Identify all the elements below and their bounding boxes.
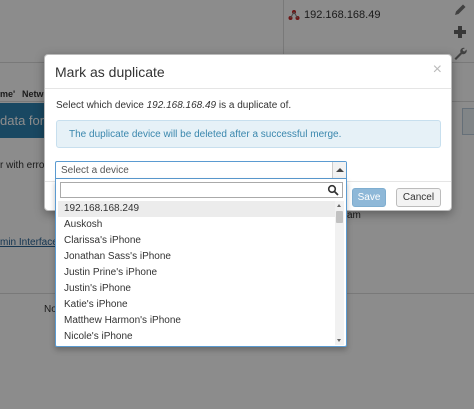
search-box xyxy=(60,182,343,198)
chevron-up-icon[interactable] xyxy=(332,162,346,178)
list-item[interactable]: Auskosh xyxy=(58,217,335,233)
modal-message: Select which device 192.168.168.49 is a … xyxy=(56,100,291,111)
scroll-down-arrow-icon[interactable] xyxy=(335,336,344,345)
results-list: 192.168.168.249 Auskosh Clarissa's iPhon… xyxy=(58,201,335,345)
cancel-button[interactable]: Cancel xyxy=(396,188,441,207)
list-item[interactable]: Nicole's iPhone xyxy=(58,329,335,345)
modal-title: Mark as duplicate xyxy=(55,64,165,80)
list-item[interactable]: Clarissa's iPhone xyxy=(58,233,335,249)
modal-header: Mark as duplicate × xyxy=(45,55,451,89)
message-device: 192.168.168.49 xyxy=(146,100,217,111)
message-prefix: Select which device xyxy=(56,100,147,111)
list-item[interactable]: 192.168.168.249 xyxy=(58,201,335,217)
info-alert: The duplicate device will be deleted aft… xyxy=(56,120,441,148)
search-icon xyxy=(327,184,339,196)
message-suffix: is a duplicate of. xyxy=(216,100,292,111)
save-button[interactable]: Save xyxy=(352,188,386,207)
search-input[interactable] xyxy=(61,183,323,197)
select-placeholder: Select a device xyxy=(61,165,129,176)
device-dropdown: 192.168.168.249 Auskosh Clarissa's iPhon… xyxy=(55,179,347,347)
close-icon[interactable]: × xyxy=(433,62,442,78)
list-item[interactable]: Justin Prine's iPhone xyxy=(58,265,335,281)
list-item[interactable]: Matthew Harmon's iPhone xyxy=(58,313,335,329)
list-item[interactable]: Katie's iPhone xyxy=(58,297,335,313)
list-item[interactable]: Justin's iPhone xyxy=(58,281,335,297)
scroll-up-arrow-icon[interactable] xyxy=(335,201,344,210)
list-item[interactable]: Jonathan Sass's iPhone xyxy=(58,249,335,265)
scrollbar[interactable] xyxy=(335,201,344,345)
scroll-thumb[interactable] xyxy=(336,211,343,223)
device-select[interactable]: Select a device xyxy=(55,161,347,179)
